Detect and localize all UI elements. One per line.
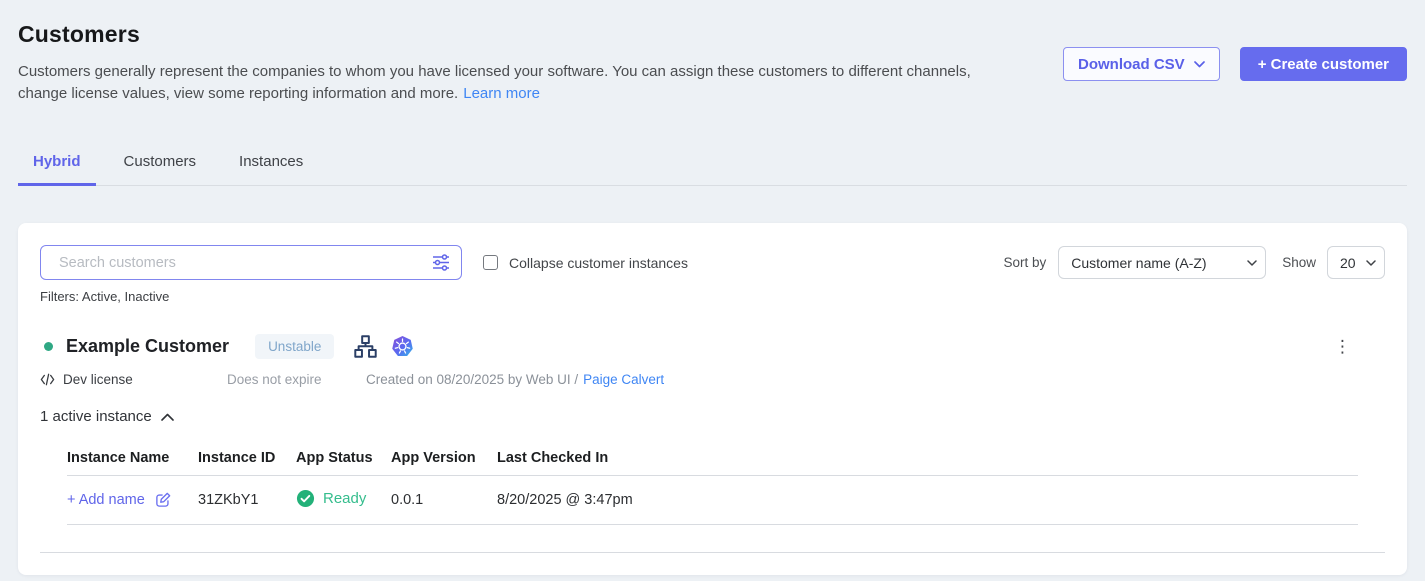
show-label: Show (1282, 255, 1316, 270)
header-text: Customers Customers generally represent … (18, 21, 976, 105)
customer-item: Example Customer Unstable (40, 334, 1385, 553)
tab-customers[interactable]: Customers (109, 153, 212, 186)
customer-menu-kebab-icon[interactable]: ⋮ (1330, 336, 1355, 357)
add-name-link[interactable]: + Add name (67, 491, 172, 509)
code-icon (40, 373, 55, 386)
license-row: Dev license Does not expire Created on 0… (40, 372, 1385, 387)
customer-header: Example Customer Unstable (40, 334, 1385, 359)
kubernetes-icon (391, 335, 414, 358)
created-by-link[interactable]: Paige Calvert (583, 372, 664, 387)
sort-select[interactable]: Customer name (A-Z) (1058, 246, 1266, 279)
app-version-cell: 0.0.1 (391, 492, 497, 508)
edit-icon (154, 491, 172, 509)
instance-table-header: Instance Name Instance ID App Status App… (67, 450, 1358, 475)
license-type: Dev license (40, 372, 227, 387)
learn-more-link[interactable]: Learn more (463, 85, 540, 102)
create-customer-button[interactable]: + Create customer (1240, 47, 1407, 81)
active-status-dot (44, 342, 53, 351)
column-header-app-version: App Version (391, 450, 497, 466)
app-status-cell: Ready (296, 489, 391, 512)
page-header: Customers Customers generally represent … (18, 0, 1407, 105)
active-filters-text: Filters: Active, Inactive (40, 289, 1385, 304)
collapse-instances-checkbox[interactable] (483, 255, 498, 270)
customer-name[interactable]: Example Customer (66, 336, 229, 357)
page-description: Customers generally represent the compan… (18, 61, 976, 105)
sort-by-label: Sort by (1003, 255, 1046, 270)
tab-bar: Hybrid Customers Instances (18, 153, 1407, 186)
chevron-up-icon (161, 413, 174, 421)
last-checked-in-cell: 8/20/2025 @ 3:47pm (497, 492, 1358, 508)
license-expiry: Does not expire (227, 372, 366, 387)
column-header-instance-name: Instance Name (67, 450, 198, 466)
created-info: Created on 08/20/2025 by Web UI / Paige C… (366, 372, 664, 387)
sitemap-icon (353, 334, 378, 359)
instance-name-cell: + Add name (67, 491, 198, 509)
customer-section-divider (40, 552, 1385, 553)
created-text: Created on 08/20/2025 by Web UI / (366, 372, 578, 387)
check-circle-icon (296, 489, 315, 508)
instance-row: + Add name 31ZKbY1 (67, 476, 1358, 524)
column-header-app-status: App Status (296, 450, 391, 466)
add-name-label: + Add name (67, 492, 145, 508)
license-type-label: Dev license (63, 372, 133, 387)
customers-page: Customers Customers generally represent … (0, 0, 1425, 581)
column-header-last-checked-in: Last Checked In (497, 450, 1358, 466)
app-status-label: Ready (323, 490, 366, 507)
table-row-divider (67, 524, 1358, 525)
instances-toggle[interactable]: 1 active instance (40, 408, 174, 425)
app-status-ready: Ready (296, 489, 366, 508)
sort-select-wrap: Customer name (A-Z) (1058, 246, 1266, 279)
tab-hybrid[interactable]: Hybrid (18, 153, 96, 186)
instances-summary: 1 active instance (40, 408, 152, 425)
customers-card: Collapse customer instances Sort by Cust… (18, 223, 1407, 575)
toolbar: Collapse customer instances Sort by Cust… (40, 245, 1385, 280)
download-csv-label: Download CSV (1078, 56, 1185, 73)
instance-table: Instance Name Instance ID App Status App… (67, 450, 1358, 553)
page-title: Customers (18, 21, 976, 48)
instance-id-cell: 31ZKbY1 (198, 492, 296, 508)
show-select-wrap: 20 (1327, 246, 1385, 279)
download-csv-button[interactable]: Download CSV (1063, 47, 1220, 81)
search-input[interactable] (40, 245, 462, 280)
filter-sliders-icon[interactable] (431, 253, 451, 277)
show-select[interactable]: 20 (1327, 246, 1385, 279)
chevron-down-icon (1194, 61, 1205, 68)
tab-instances[interactable]: Instances (224, 153, 318, 186)
channel-badge: Unstable (255, 334, 334, 359)
column-header-instance-id: Instance ID (198, 450, 296, 466)
search-wrap (40, 245, 462, 280)
collapse-instances-option: Collapse customer instances (483, 255, 688, 271)
sort-controls: Sort by Customer name (A-Z) Show 20 (1003, 246, 1385, 279)
header-actions: Download CSV + Create customer (1063, 47, 1407, 81)
collapse-instances-label: Collapse customer instances (509, 255, 688, 271)
